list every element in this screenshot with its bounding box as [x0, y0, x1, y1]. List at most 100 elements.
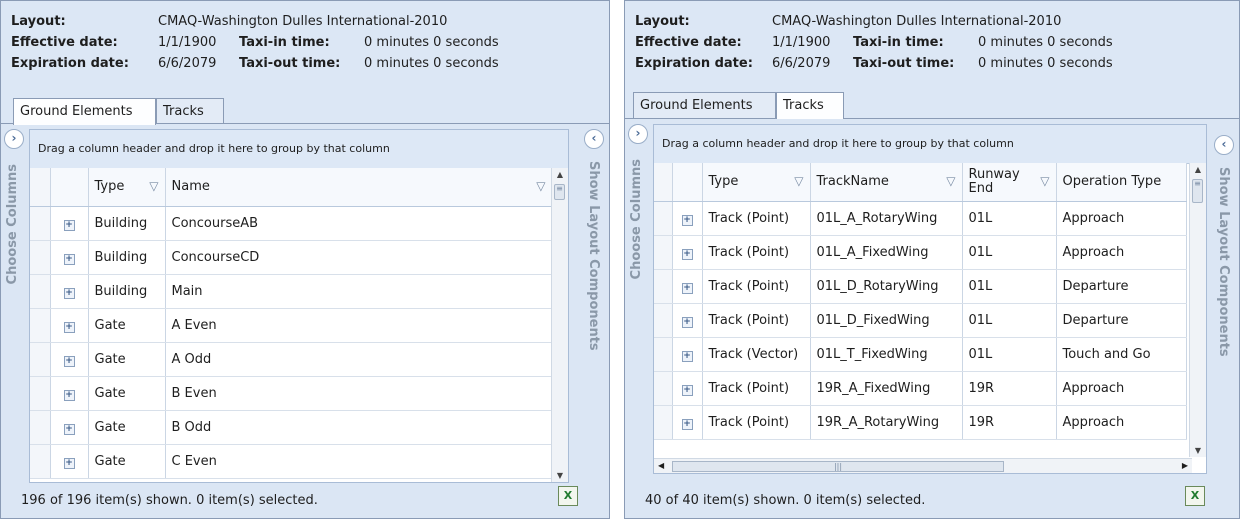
scroll-down-arrow-icon[interactable]: ▼	[552, 471, 568, 480]
table-row[interactable]: + Building Main	[30, 274, 553, 309]
filter-funnel-icon[interactable]: ▽	[794, 174, 803, 188]
table-row[interactable]: + Track (Point) 19R_A_RotaryWing 19R Approac…	[654, 405, 1187, 440]
group-by-panel[interactable]: Drag a column header and drop it here to…	[30, 130, 568, 169]
table-row[interactable]: + Track (Point) 01L_A_RotaryWing 01L Approac…	[654, 201, 1187, 236]
scroll-thumb[interactable]: ≡	[1192, 179, 1203, 203]
table-row[interactable]: + Track (Point) 01L_D_FixedWing 01L Departur…	[654, 303, 1187, 338]
table-row[interactable]: + Building ConcourseCD	[30, 240, 553, 275]
chevron-right-icon[interactable]: ›	[4, 129, 24, 149]
scroll-right-arrow-icon[interactable]: ▶	[1182, 461, 1188, 470]
tab-ground-elements[interactable]: Ground Elements	[633, 92, 776, 118]
plus-expander-icon[interactable]: +	[63, 355, 75, 367]
row-expander[interactable]: +	[50, 308, 89, 343]
row-expander[interactable]: +	[50, 376, 89, 411]
filter-funnel-icon[interactable]: ▽	[1040, 174, 1049, 188]
plus-expander-icon[interactable]: +	[681, 214, 693, 226]
plus-expander-icon[interactable]: +	[63, 287, 75, 299]
table-row[interactable]: + Building ConcourseAB	[30, 206, 553, 241]
column-header-type[interactable]: Type ▽	[88, 168, 166, 207]
row-indicator[interactable]	[30, 240, 51, 275]
plus-expander-icon[interactable]: +	[681, 350, 693, 362]
row-indicator[interactable]	[654, 269, 673, 304]
row-expander[interactable]: +	[672, 201, 703, 236]
scroll-down-arrow-icon[interactable]: ▼	[1190, 446, 1206, 455]
row-indicator[interactable]	[654, 405, 673, 440]
tab-tracks[interactable]: Tracks	[156, 98, 224, 124]
plus-expander-icon[interactable]: +	[681, 418, 693, 430]
row-expander[interactable]: +	[50, 240, 89, 275]
filter-funnel-icon[interactable]: ▽	[946, 174, 955, 188]
row-indicator[interactable]	[654, 371, 673, 406]
row-indicator[interactable]	[30, 410, 51, 445]
row-indicator[interactable]	[654, 235, 673, 270]
horizontal-scroll-thumb[interactable]: |||	[672, 461, 1004, 472]
row-expander[interactable]: +	[672, 337, 703, 372]
row-expander[interactable]: +	[50, 342, 89, 377]
row-expander[interactable]: +	[50, 444, 89, 479]
plus-expander-icon[interactable]: +	[681, 282, 693, 294]
plus-expander-icon[interactable]: +	[63, 389, 75, 401]
tab-tracks[interactable]: Tracks	[776, 92, 844, 119]
column-header-trackname[interactable]: TrackName ▽	[810, 163, 963, 202]
show-layout-components-label[interactable]: Show Layout Components	[586, 161, 601, 351]
show-layout-components-label[interactable]: Show Layout Components	[1216, 167, 1231, 357]
row-expander[interactable]: +	[50, 274, 89, 309]
table-row[interactable]: + Track (Point) 01L_D_RotaryWing 01L Departu…	[654, 269, 1187, 304]
effective-date-value: 1/1/1900	[158, 35, 217, 50]
plus-expander-icon[interactable]: +	[63, 253, 75, 265]
scroll-thumb[interactable]: ≡	[554, 184, 565, 200]
table-row[interactable]: + Gate A Even	[30, 308, 553, 343]
table-row[interactable]: + Gate A Odd	[30, 342, 553, 377]
chevron-left-icon[interactable]: ‹	[584, 129, 604, 149]
plus-expander-icon[interactable]: +	[681, 316, 693, 328]
table-row[interactable]: + Gate B Even	[30, 376, 553, 411]
excel-export-icon[interactable]: X	[558, 486, 578, 506]
table-row[interactable]: + Gate B Odd	[30, 410, 553, 445]
scroll-left-arrow-icon[interactable]: ◀	[658, 461, 664, 470]
scroll-up-arrow-icon[interactable]: ▲	[1190, 165, 1206, 174]
row-expander[interactable]: +	[50, 410, 89, 445]
row-indicator[interactable]	[30, 206, 51, 241]
row-indicator[interactable]	[30, 308, 51, 343]
scroll-up-arrow-icon[interactable]: ▲	[552, 170, 568, 179]
row-expander[interactable]: +	[672, 303, 703, 338]
row-indicator[interactable]	[30, 376, 51, 411]
table-row[interactable]: + Track (Vector) 01L_T_FixedWing 01L Touch a…	[654, 337, 1187, 372]
row-expander[interactable]: +	[672, 269, 703, 304]
filter-funnel-icon[interactable]: ▽	[149, 179, 158, 193]
row-indicator[interactable]	[30, 274, 51, 309]
table-row[interactable]: + Track (Point) 01L_A_FixedWing 01L Approach	[654, 235, 1187, 270]
group-by-panel[interactable]: Drag a column header and drop it here to…	[654, 125, 1206, 164]
row-indicator[interactable]	[654, 201, 673, 236]
vertical-scrollbar[interactable]: ▲ ≡ ▼	[551, 168, 568, 482]
column-header-runway-end[interactable]: Runway End ▽	[962, 163, 1057, 202]
horizontal-scrollbar[interactable]: ◀ ||| ▶	[654, 458, 1192, 473]
table-row[interactable]: + Gate C Even	[30, 444, 553, 479]
plus-expander-icon[interactable]: +	[63, 219, 75, 231]
column-header-name[interactable]: Name ▽	[165, 168, 553, 207]
plus-expander-icon[interactable]: +	[681, 384, 693, 396]
row-indicator[interactable]	[654, 337, 673, 372]
filter-funnel-icon[interactable]: ▽	[536, 179, 545, 193]
chevron-left-icon[interactable]: ‹	[1214, 135, 1234, 155]
row-expander[interactable]: +	[50, 206, 89, 241]
choose-columns-label[interactable]: Choose Columns	[629, 159, 644, 279]
row-expander[interactable]: +	[672, 371, 703, 406]
plus-expander-icon[interactable]: +	[63, 423, 75, 435]
row-indicator[interactable]	[654, 303, 673, 338]
column-header-type[interactable]: Type ▽	[702, 163, 811, 202]
excel-export-icon[interactable]: X	[1185, 486, 1205, 506]
plus-expander-icon[interactable]: +	[63, 321, 75, 333]
column-header-operation-type[interactable]: Operation Type	[1056, 163, 1187, 202]
row-expander[interactable]: +	[672, 235, 703, 270]
table-row[interactable]: + Track (Point) 19R_A_FixedWing 19R Approach	[654, 371, 1187, 406]
row-expander[interactable]: +	[672, 405, 703, 440]
tab-ground-elements[interactable]: Ground Elements	[13, 98, 156, 125]
plus-expander-icon[interactable]: +	[63, 457, 75, 469]
row-indicator[interactable]	[30, 342, 51, 377]
vertical-scrollbar[interactable]: ▲ ≡ ▼	[1189, 163, 1206, 457]
chevron-right-icon[interactable]: ›	[628, 124, 648, 144]
plus-expander-icon[interactable]: +	[681, 248, 693, 260]
row-indicator[interactable]	[30, 444, 51, 479]
choose-columns-label[interactable]: Choose Columns	[5, 164, 20, 284]
